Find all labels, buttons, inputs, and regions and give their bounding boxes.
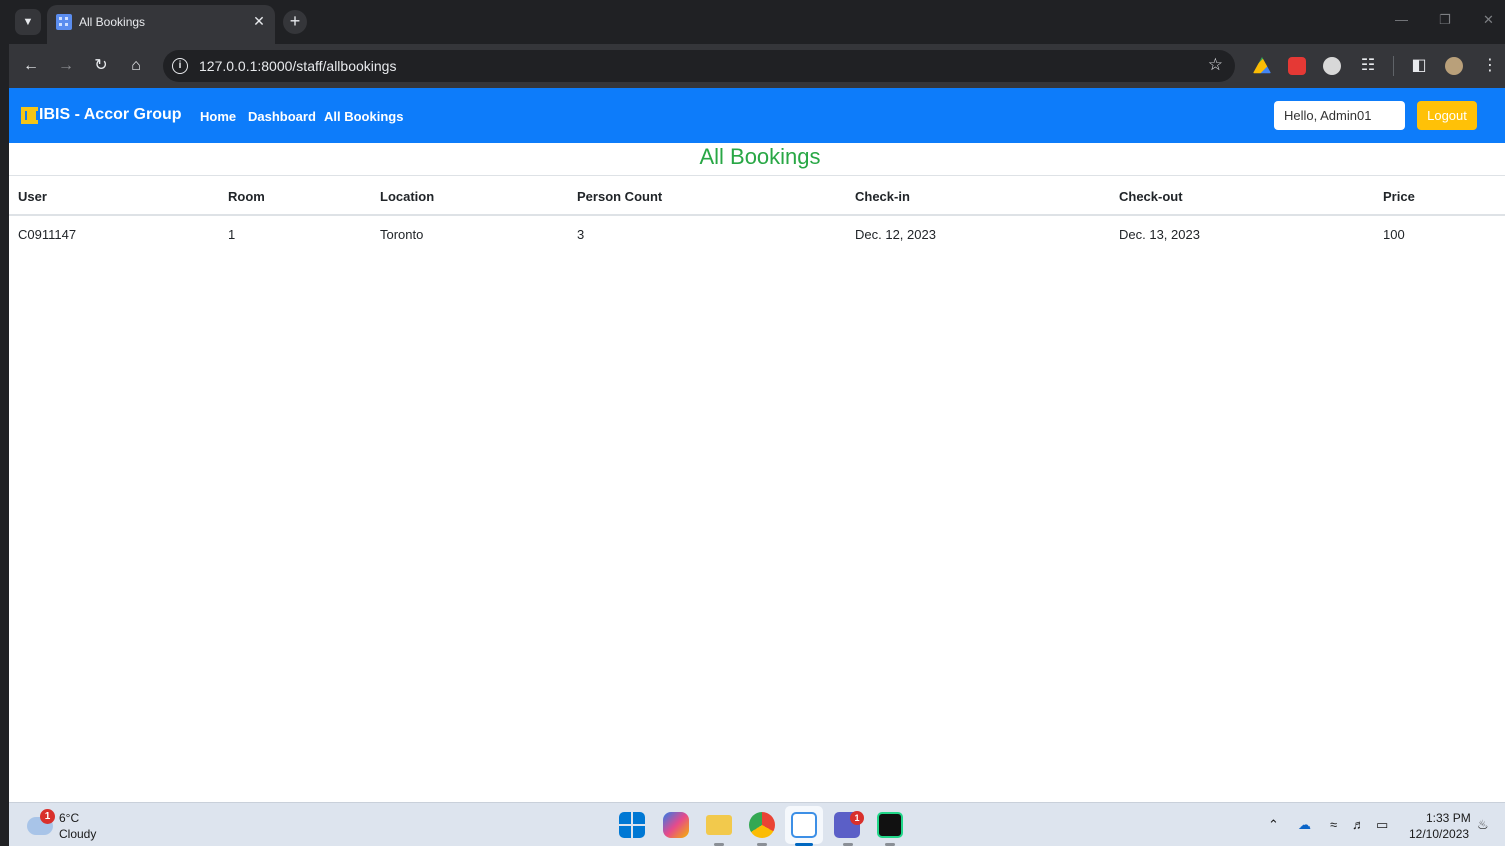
column-header-price: Price bbox=[1374, 175, 1505, 216]
reload-icon[interactable]: ↻ bbox=[90, 55, 112, 77]
forward-icon[interactable]: → bbox=[55, 55, 77, 77]
clock-time[interactable]: 1:33 PM bbox=[1426, 811, 1471, 825]
site-info-icon[interactable]: i bbox=[172, 58, 188, 74]
clock-date[interactable]: 12/10/2023 bbox=[1409, 827, 1469, 841]
onedrive-icon[interactable]: ☁ bbox=[1298, 817, 1311, 833]
chevron-up-icon[interactable]: ⌃ bbox=[1268, 817, 1279, 833]
taskbar: 1 6°C Cloudy 1 ⌃ ☁ ≈ ♬ ▭ 1:33 PM 12/10/2… bbox=[9, 802, 1505, 846]
nav-home-link[interactable]: Home bbox=[200, 109, 236, 124]
browser-toolbar: ← → ↻ ⌂ i 127.0.0.1:8000/staff/allbookin… bbox=[9, 44, 1505, 88]
battery-icon[interactable]: ▭ bbox=[1376, 817, 1388, 833]
weather-condition: Cloudy bbox=[59, 827, 97, 841]
cell-check-in: Dec. 12, 2023 bbox=[855, 227, 936, 242]
brand-name: IBIS - Accor Group bbox=[39, 106, 182, 123]
bookings-table: User Room Location Person Count Check-in… bbox=[9, 175, 1505, 253]
home-icon[interactable]: ⌂ bbox=[125, 55, 147, 77]
back-icon[interactable]: ← bbox=[20, 55, 42, 77]
cell-room: 1 bbox=[228, 227, 236, 242]
extensions-puzzle-icon[interactable]: ☷ bbox=[1357, 55, 1379, 77]
logout-button[interactable]: Logout bbox=[1417, 101, 1477, 130]
minimize-icon[interactable]: — bbox=[1395, 12, 1408, 27]
close-tab-button[interactable]: ✕ bbox=[251, 13, 267, 29]
address-bar[interactable]: i 127.0.0.1:8000/staff/allbookings ☆ bbox=[163, 50, 1235, 82]
cell-check-out: Dec. 13, 2023 bbox=[1119, 227, 1200, 242]
toolbar-divider bbox=[1393, 56, 1394, 76]
wifi-icon[interactable]: ≈ bbox=[1330, 817, 1337, 832]
cell-user: C0911147 bbox=[18, 227, 77, 242]
volume-icon[interactable]: ♬ bbox=[1352, 817, 1365, 832]
column-header-check-in: Check-in bbox=[846, 175, 1110, 216]
browser-window: ▼ All Bookings ✕ + — ❐ ✕ ← → ↻ ⌂ i 127.0… bbox=[9, 0, 1505, 802]
web-page: IBIS - Accor Group Home Dashboard All Bo… bbox=[9, 88, 1505, 802]
nav-dashboard-link[interactable]: Dashboard bbox=[248, 109, 316, 124]
star-icon[interactable]: ☆ bbox=[1208, 55, 1223, 75]
nav-all-bookings-link[interactable]: All Bookings bbox=[324, 109, 403, 124]
copilot-icon[interactable] bbox=[663, 812, 689, 838]
desktop-edge bbox=[0, 0, 9, 846]
snipping-tool-icon[interactable] bbox=[791, 812, 817, 838]
notification-bell-icon[interactable]: ♨ bbox=[1477, 817, 1489, 833]
brand-link[interactable]: IBIS - Accor Group bbox=[21, 106, 182, 124]
column-header-person-count: Person Count bbox=[568, 175, 846, 216]
side-panel-icon[interactable]: ◧ bbox=[1408, 55, 1430, 77]
chevron-down-icon: ▼ bbox=[22, 16, 34, 28]
close-window-icon[interactable]: ✕ bbox=[1483, 12, 1494, 28]
table-row: C0911147 1 Toronto 3 Dec. 12, 2023 Dec. … bbox=[9, 215, 1505, 253]
google-drive-icon[interactable] bbox=[1253, 57, 1271, 74]
column-header-user: User bbox=[9, 175, 219, 216]
weather-badge: 1 bbox=[40, 809, 55, 824]
new-tab-button[interactable]: + bbox=[283, 10, 307, 34]
pycharm-icon[interactable] bbox=[877, 812, 903, 838]
cell-price: 100 bbox=[1383, 227, 1405, 242]
tab-search-button[interactable]: ▼ bbox=[15, 9, 41, 35]
tab-all-bookings[interactable]: All Bookings ✕ bbox=[47, 5, 275, 44]
bookings-table-container: User Room Location Person Count Check-in… bbox=[9, 175, 1505, 253]
column-header-location: Location bbox=[371, 175, 568, 216]
extension-face-icon[interactable] bbox=[1323, 57, 1341, 75]
chrome-icon[interactable] bbox=[749, 812, 775, 838]
restore-icon[interactable]: ❐ bbox=[1439, 12, 1451, 28]
hotel-logo-icon bbox=[21, 106, 38, 124]
weather-temperature: 6°C bbox=[59, 811, 80, 825]
file-explorer-icon[interactable] bbox=[706, 815, 732, 835]
page-title: All Bookings bbox=[699, 144, 821, 169]
cell-person-count: 3 bbox=[577, 227, 585, 242]
user-greeting: Hello, Admin01 bbox=[1274, 101, 1405, 130]
start-windows-icon[interactable] bbox=[619, 812, 645, 838]
table-header-row: User Room Location Person Count Check-in… bbox=[9, 175, 1505, 216]
cell-location: Toronto bbox=[380, 227, 424, 242]
menu-dots-icon[interactable]: ⋮ bbox=[1479, 55, 1501, 77]
profile-avatar[interactable] bbox=[1445, 57, 1463, 75]
column-header-check-out: Check-out bbox=[1110, 175, 1374, 216]
teams-badge: 1 bbox=[850, 811, 864, 825]
tab-strip: ▼ All Bookings ✕ + — ❐ ✕ bbox=[9, 0, 1505, 44]
extension-red-icon[interactable] bbox=[1288, 57, 1306, 75]
url-text[interactable]: 127.0.0.1:8000/staff/allbookings bbox=[199, 58, 396, 74]
column-header-room: Room bbox=[219, 175, 371, 216]
site-favicon-icon bbox=[56, 14, 72, 30]
site-navbar: IBIS - Accor Group Home Dashboard All Bo… bbox=[9, 88, 1505, 143]
tab-title: All Bookings bbox=[79, 15, 146, 29]
